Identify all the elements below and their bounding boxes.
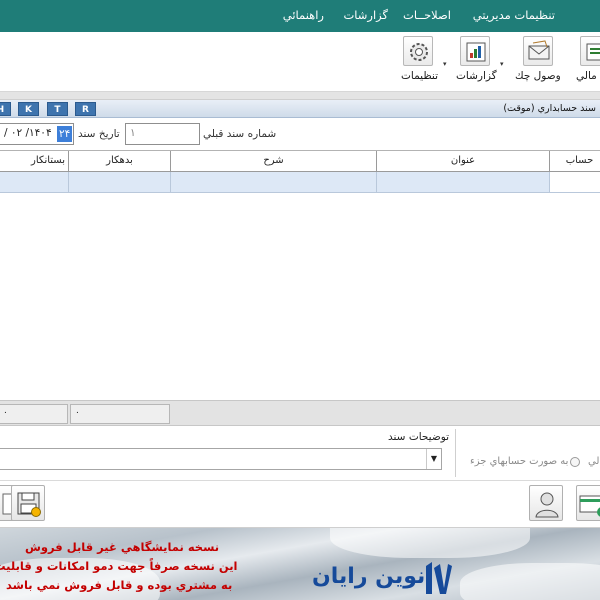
save-disk-icon — [17, 492, 41, 517]
totals-bar: ۰ ۰ — [0, 400, 600, 426]
radio-partial-accounts[interactable] — [570, 457, 580, 467]
form-header-bar: R T K Ч سند حسابداري (موقت) — [0, 100, 600, 118]
letter-button-r[interactable]: R — [75, 102, 96, 116]
brand-logo-icon — [426, 562, 452, 594]
check-receipt-icon — [523, 36, 553, 66]
reports-label: گزارشات — [456, 70, 497, 82]
form-title: سند حسابداري (موقت) — [503, 103, 596, 114]
check-receipt-button[interactable]: وصول چك — [513, 36, 567, 88]
letter-button-partial[interactable]: Ч — [0, 102, 11, 116]
chevron-down-icon[interactable]: ▼ — [426, 449, 441, 469]
total-credit-box: ۰ — [0, 404, 68, 424]
banner-decoration — [330, 528, 530, 558]
doc-date-input[interactable]: / ۰۲ /۱۴۰۴ ۲۴ — [0, 123, 74, 145]
demo-notice-line-1: نسخه نمايشگاهي غير قابل فروش — [25, 540, 220, 554]
column-header-description[interactable]: شرح — [171, 151, 377, 172]
financial-docs-label: اسناد مالي — [576, 70, 600, 82]
radio-financial-label: مالي — [588, 456, 600, 467]
settings-label: تنظيمات — [401, 70, 439, 82]
document-info-row: شماره سند قبلي ۱ تاريخ سند / ۰۲ /۱۴۰۴ ۲۴ — [0, 118, 600, 150]
column-header-credit[interactable]: بستانكار — [0, 151, 69, 172]
demo-notice-line-2: اين نسخه صرفاً جهت دمو امكانات و قابليت — [0, 559, 238, 573]
column-header-account[interactable]: حساب — [550, 151, 600, 172]
demo-banner: نسخه نمايشگاهي غير قابل فروش اين نسخه صر… — [0, 528, 600, 600]
prev-doc-number-input[interactable]: ۱ — [125, 123, 200, 145]
reports-button[interactable]: گزارشات — [455, 36, 501, 88]
reports-icon — [460, 36, 490, 66]
menu-item-management-settings[interactable]: تنظيمات مديريتي — [473, 8, 555, 22]
app-window: تنظيمات مديريتي اصلاحــات گزارشات راهنما… — [0, 0, 600, 600]
brand-name: نوين رايان — [312, 564, 426, 589]
check-receipt-label: وصول چك — [515, 70, 561, 82]
menu-item-reports[interactable]: گزارشات — [343, 8, 388, 22]
demo-notice-line-3: به مشتري بوده و قابل فروش نمي باشد — [6, 578, 233, 592]
description-divider — [455, 429, 456, 477]
grid-cell-description[interactable] — [171, 172, 377, 193]
total-debit-box: ۰ — [70, 404, 170, 424]
column-header-title[interactable]: عنوان — [377, 151, 550, 172]
user-button[interactable] — [529, 485, 563, 521]
doc-date-rest: / ۰۲ /۱۴۰۴ — [4, 127, 52, 139]
document-description-area: توضيحات سند ▼ به صورت حسابهاي جزء مالي — [0, 426, 600, 480]
financial-docs-button[interactable]: اسناد مالي — [572, 36, 600, 88]
radio-partial-accounts-label: به صورت حسابهاي جزء — [470, 456, 569, 467]
column-header-debit[interactable]: بدهكار — [69, 151, 171, 172]
doc-date-day-selected: ۲۴ — [57, 126, 73, 142]
grid-cell-account[interactable] — [550, 172, 600, 193]
settings-button[interactable]: تنظيمات — [398, 36, 440, 88]
payment-button[interactable] — [576, 485, 600, 521]
bottom-action-bar — [0, 480, 600, 528]
menu-item-corrections[interactable]: اصلاحــات — [403, 8, 451, 22]
letter-button-k[interactable]: K — [18, 102, 39, 116]
voucher-lines-grid: حساب عنوان شرح بدهكار بستانكار — [0, 150, 600, 400]
document-description-label: توضيحات سند — [388, 431, 450, 443]
toolbar: اسناد مالي وصول چك ▾ گزارشات ▾ تنظيمات — [0, 32, 600, 92]
grid-cell-credit[interactable] — [0, 172, 69, 193]
letter-button-t[interactable]: T — [47, 102, 68, 116]
banner-decoration — [460, 563, 600, 600]
card-payment-icon — [579, 495, 600, 517]
grid-cell-debit[interactable] — [69, 172, 171, 193]
grid-cell-title[interactable] — [377, 172, 550, 193]
financial-docs-icon — [580, 36, 600, 66]
menu-item-help[interactable]: راهنمائي — [283, 8, 324, 22]
settings-gear-icon — [403, 36, 433, 66]
document-description-select[interactable]: ▼ — [0, 448, 442, 470]
toolbar-separator — [0, 92, 600, 100]
prev-doc-number-label: شماره سند قبلي — [203, 128, 277, 140]
reports-dropdown-arrow[interactable]: ▾ — [443, 60, 447, 68]
user-icon — [535, 492, 559, 518]
save-button[interactable] — [11, 485, 45, 521]
doc-date-label: تاريخ سند — [78, 128, 120, 140]
menu-bar: تنظيمات مديريتي اصلاحــات گزارشات راهنما… — [0, 0, 600, 32]
